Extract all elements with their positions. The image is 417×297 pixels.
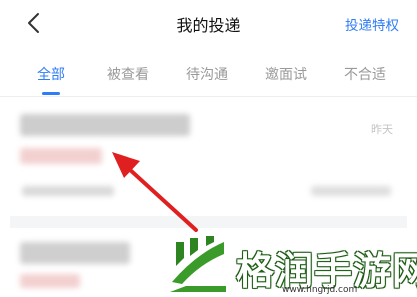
back-button[interactable] <box>20 8 46 38</box>
blurred-status <box>311 186 391 196</box>
site-logo-icon <box>170 236 226 292</box>
blurred-company <box>22 186 114 196</box>
tab-interview-invite[interactable]: 邀面试 <box>265 64 307 84</box>
blurred-job-title <box>20 114 190 136</box>
divider <box>0 96 417 97</box>
tab-active-indicator <box>42 92 60 95</box>
watermark-url: www.hngrjd.com <box>282 285 358 295</box>
tab-unsuitable[interactable]: 不合适 <box>344 64 386 84</box>
blurred-job-title <box>20 242 130 264</box>
page-title: 我的投递 <box>176 16 241 35</box>
tab-viewed[interactable]: 被查看 <box>107 64 149 84</box>
applied-time: 昨天 <box>371 123 393 136</box>
blurred-salary <box>20 274 80 288</box>
tab-bar: 全部 被查看 待沟通 邀面试 不合适 <box>0 56 417 96</box>
tab-all[interactable]: 全部 <box>37 64 65 84</box>
watermark: 格润手游网 www.hngrjd.com <box>166 232 417 297</box>
blurred-salary <box>20 148 102 164</box>
tab-to-communicate[interactable]: 待沟通 <box>186 64 228 84</box>
card-separator <box>10 216 407 228</box>
chevron-left-icon <box>28 13 39 33</box>
header: 我的投递 投递特权 <box>0 0 417 48</box>
delivery-perks-link[interactable]: 投递特权 <box>345 14 399 34</box>
